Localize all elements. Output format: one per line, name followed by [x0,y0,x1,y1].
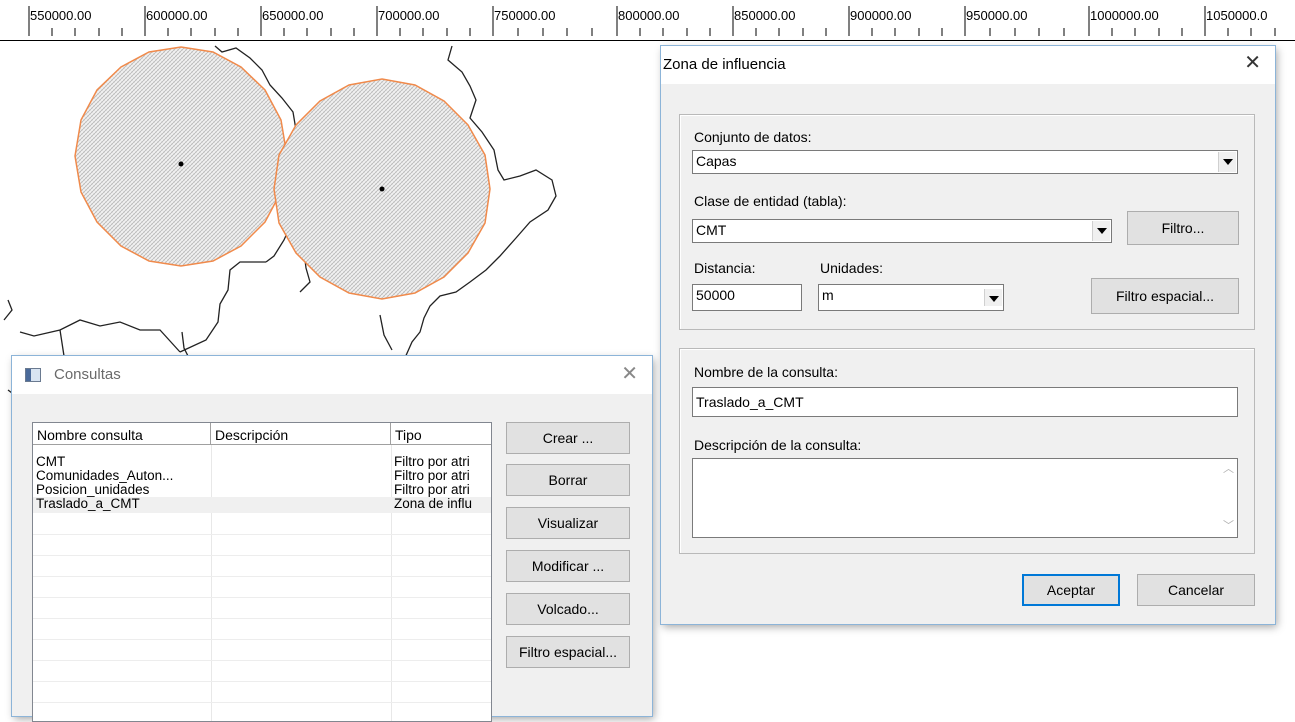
cell-nombre: CMT [36,455,66,469]
ruler-label: 600000.00 [146,8,208,23]
filtro-espacial-button[interactable]: Filtro espacial... [1091,278,1239,314]
point-feature[interactable] [178,161,184,167]
descripcion-label: Descripción de la consulta: [694,437,862,453]
map-ruler: 550000.00 600000.00 650000.00 700000.00 … [0,0,1295,41]
ruler-label: 900000.00 [850,8,912,23]
window-icon [25,368,41,382]
nombre-value: Traslado_a_CMT [696,394,804,410]
visualizar-button[interactable]: Visualizar [506,507,630,539]
close-icon[interactable]: ✕ [1244,53,1261,73]
filtro-espacial-list-button[interactable]: Filtro espacial... [506,636,630,668]
column-header[interactable]: Descripción [211,423,391,445]
ruler-label: 750000.00 [494,8,556,23]
table-row-selected[interactable]: Traslado_a_CMT Zona de influ [33,497,491,513]
crear-button[interactable]: Crear ... [506,422,630,454]
cell-nombre: Traslado_a_CMT [36,497,140,511]
distancia-input[interactable]: 50000 [692,284,802,311]
ruler-label: 700000.00 [378,8,440,23]
cancelar-button[interactable]: Cancelar [1137,574,1255,606]
clase-label: Clase de entidad (tabla): [694,193,847,209]
chevron-down-icon[interactable]: ﹀ [1220,518,1237,535]
nombre-label: Nombre de la consulta: [694,364,838,380]
cell-descripcion [211,469,391,483]
consultas-window: Consultas ✕ Nombre consulta Descripción … [12,356,652,722]
conjunto-label: Conjunto de datos: [694,129,812,145]
unidades-value: m [822,287,834,303]
nombre-input[interactable]: Traslado_a_CMT [692,387,1238,417]
zona-titlebar[interactable]: Zona de influencia ✕ [661,46,1275,84]
column-header[interactable]: Nombre consulta [33,423,211,445]
cell-nombre: Posicion_unidades [36,483,150,497]
table-row[interactable]: CMT Filtro por atri [33,455,491,469]
dialog-title: Zona de influencia [663,56,786,73]
textarea-scrollbar[interactable]: ︿ ﹀ [1220,459,1237,537]
conjunto-value: Capas [696,153,737,169]
clase-select[interactable]: CMT [692,219,1112,243]
descripcion-textarea[interactable]: ︿ ﹀ [692,458,1238,538]
borrar-button[interactable]: Borrar [506,464,630,496]
clase-value: CMT [696,222,727,238]
cell-nombre: Comunidades_Auton... [36,469,174,483]
ruler-label: 650000.00 [262,8,324,23]
cell-descripcion [211,483,391,497]
consultas-titlebar[interactable]: Consultas ✕ [12,356,652,394]
aceptar-button[interactable]: Aceptar [1022,574,1120,606]
distancia-label: Distancia: [694,260,756,276]
unidades-label: Unidades: [820,260,884,276]
chevron-down-icon[interactable] [1218,152,1236,172]
conjunto-select[interactable]: Capas [692,150,1238,174]
unidades-select[interactable]: m [818,284,1004,311]
table-row[interactable]: Posicion_unidades Filtro por atri [33,483,491,497]
modificar-button[interactable]: Modificar ... [506,550,630,582]
chevron-up-icon[interactable]: ︿ [1220,461,1237,478]
consultas-table[interactable]: Nombre consulta Descripción Tipo CMT Fil… [32,422,492,722]
ruler-label: 1000000.00 [1090,8,1159,23]
cell-tipo: Filtro por atri [394,483,470,497]
close-icon[interactable]: ✕ [621,364,638,384]
ruler-label: 550000.00 [30,8,92,23]
cell-tipo: Filtro por atri [394,455,470,469]
cell-descripcion [211,455,391,469]
chevron-down-icon[interactable] [984,289,1002,306]
cell-tipo: Filtro por atri [394,469,470,483]
ruler-label: 1050000.0 [1206,8,1268,23]
buffer-zone-1 [74,46,288,267]
window-title: Consultas [54,366,121,383]
ruler-label: 950000.00 [966,8,1028,23]
ruler-label: 850000.00 [734,8,796,23]
cell-tipo: Zona de influ [394,497,473,511]
table-row[interactable]: Comunidades_Auton... Filtro por atri [33,469,491,483]
ruler-label: 800000.00 [618,8,680,23]
chevron-down-icon[interactable] [1092,221,1110,241]
cell-descripcion [211,497,391,511]
distancia-value: 50000 [696,287,735,303]
column-header[interactable]: Tipo [391,423,491,445]
volcado-button[interactable]: Volcado... [506,593,630,625]
filtro-button[interactable]: Filtro... [1127,211,1239,245]
zona-influencia-dialog: Zona de influencia ✕ Conjunto de datos: … [661,46,1275,624]
point-feature[interactable] [379,186,385,192]
